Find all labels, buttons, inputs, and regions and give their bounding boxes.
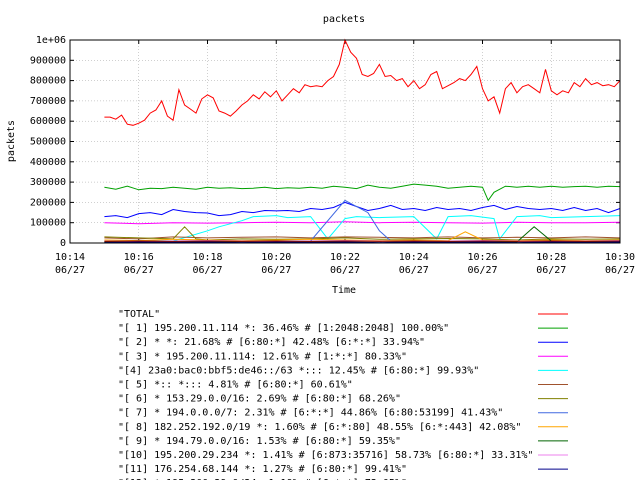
legend: "TOTAL" "[ 1] 195.200.11.114 *: 36.46% # … — [118, 309, 568, 480]
series-line-7 — [104, 200, 620, 242]
series-line-1 — [104, 184, 620, 200]
x-tick-time-label: 10:16 — [124, 252, 154, 263]
legend-label: "[ 5] *:: *::: 4.81% # [6:80:*] 60.61%" — [118, 380, 353, 391]
legend-label: "TOTAL" — [118, 309, 160, 320]
y-tick-label: 200000 — [30, 197, 66, 208]
y-tick-label: 1e+06 — [36, 35, 66, 46]
x-tick-date-label: 06/27 — [399, 265, 429, 276]
packets-chart: packets packets Time 0 100000 200000 300000… — [0, 0, 640, 480]
x-tick-date-label: 06/27 — [605, 265, 635, 276]
legend-label: "[ 9] * 194.79.0.0/16: 1.53% # [6:80:*] … — [118, 436, 401, 447]
y-tick-label: 0 — [60, 238, 66, 249]
x-tick-time-label: 10:14 — [55, 252, 85, 263]
y-tick-label: 800000 — [30, 76, 66, 87]
x-tick-date-label: 06/27 — [536, 265, 566, 276]
y-tick-label: 900000 — [30, 55, 66, 66]
legend-label: "[ 1] 195.200.11.114 *: 36.46% # [1:2048… — [118, 323, 449, 334]
x-tick-time-label: 10:24 — [399, 252, 429, 263]
x-tick-time-label: 10:26 — [467, 252, 497, 263]
x-tick-date-label: 06/27 — [124, 265, 154, 276]
y-tick-label: 300000 — [30, 177, 66, 188]
x-tick-date-label: 06/27 — [192, 265, 222, 276]
series-line-3 — [104, 222, 620, 224]
legend-label: "[4] 23a0:bac0:bbf5:de46::/63 *::: 12.45… — [118, 365, 479, 376]
legend-label: "[ 3] * 195.200.11.114: 12.61% # [1:*:*]… — [118, 351, 407, 362]
legend-label: "[ 6] * 153.29.0.0/16: 2.69% # [6:80:*] … — [118, 394, 401, 405]
series-line-0 — [104, 40, 620, 125]
y-tick-label: 600000 — [30, 116, 66, 127]
x-tick-time-label: 10:28 — [536, 252, 566, 263]
x-tick-date-label: 06/27 — [261, 265, 291, 276]
y-axis-label: packets — [6, 120, 17, 162]
x-tick-date-label: 06/27 — [330, 265, 360, 276]
x-tick-date-label: 06/27 — [467, 265, 497, 276]
y-tick-label: 500000 — [30, 137, 66, 148]
y-tick-label: 400000 — [30, 157, 66, 168]
x-tick-time-label: 10:22 — [330, 252, 360, 263]
legend-label: "[ 7] * 194.0.0.0/7: 2.31% # [6:*:*] 44.… — [118, 408, 503, 419]
x-tick-date-label: 06/27 — [55, 265, 85, 276]
legend-label: "[10] 195.200.29.234 *: 1.41% # [6:873:3… — [118, 450, 533, 461]
x-tick-time-label: 10:30 — [605, 252, 635, 263]
chart-root: packets packets Time 0 100000 200000 300000… — [0, 0, 640, 480]
x-axis-label: Time — [332, 285, 356, 296]
chart-title: packets — [323, 14, 365, 25]
legend-label: "[ 8] 182.252.192.0/19 *: 1.60% # [6:*:8… — [118, 422, 521, 433]
y-tick-label: 700000 — [30, 96, 66, 107]
legend-label: "[ 2] * *: 21.68% # [6:80:*] 42.48% [6:*… — [118, 337, 425, 348]
x-tick-time-label: 10:18 — [192, 252, 222, 263]
x-tick-time-label: 10:20 — [261, 252, 291, 263]
y-tick-label: 100000 — [30, 218, 66, 229]
legend-label: "[11] 176.254.68.144 *: 1.27% # [6:80:*]… — [118, 464, 407, 475]
